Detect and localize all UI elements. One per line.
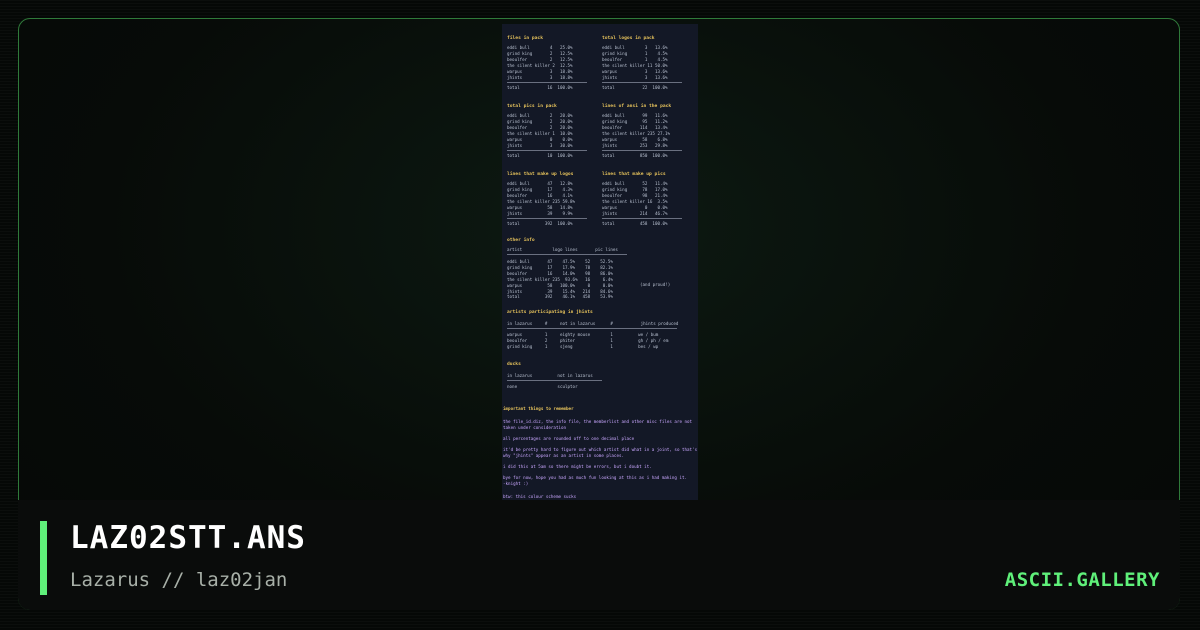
divider-line	[507, 218, 587, 219]
participation-row: grind king 1 sjeng 1 bes / wp	[507, 343, 659, 349]
stats-row: eddi bull 4 25.0%	[507, 45, 573, 50]
divider-line	[602, 218, 682, 219]
divider-line	[602, 150, 682, 151]
note-line: the file_id.diz, the info file, the memb…	[503, 419, 693, 424]
note-line: bye for now, hope you had as much fun lo…	[503, 475, 688, 480]
other-info-row: grind king 17 17.9% 78 82.1%	[507, 264, 613, 270]
divider-line	[507, 380, 602, 381]
stats-total: total 458 100.0%	[602, 220, 668, 226]
participation-header: in lazarus # not in lazarus # jhints pro…	[507, 321, 679, 326]
stats-row: the silent killer 235 59.8%	[507, 198, 576, 204]
other-info-header: artist logo lines pic lines	[507, 247, 618, 252]
stats-section-title: total pics in pack	[507, 104, 557, 109]
stats-row: beoulfer 2 20.0%	[507, 124, 573, 130]
other-info-row: eddi bull 47 47.5% 52 52.5%	[507, 259, 613, 264]
stats-row: jhints 3 13.6%	[602, 74, 668, 80]
participation-row: warpus 1 eighty mouse 1 we / bum	[507, 332, 659, 337]
note-line: btw: this colour scheme sucks	[503, 494, 577, 499]
stats-row: jhints 253 29.8%	[602, 142, 668, 148]
stats-row: warpus 0 0.0%	[602, 204, 668, 210]
stats-row: eddi bull 99 11.6%	[602, 113, 668, 118]
stats-row: eddi bull 47 12.8%	[507, 181, 573, 186]
stats-section-title: lines that make up logos	[507, 172, 574, 177]
note-line: it'd be pretty hard to figure out which …	[503, 447, 698, 452]
stats-row: warpus 3 18.8%	[507, 68, 573, 74]
stats-section-title: total logos in pack	[602, 36, 655, 41]
stats-row: jhints 3 18.8%	[507, 74, 573, 80]
stats-row: beoulfer 16 4.1%	[507, 192, 573, 198]
other-info-aside: (and proud!)	[640, 282, 671, 287]
note-line: all percentages are rounded off to one d…	[503, 436, 635, 441]
stats-section-title: lines of ansi in the pack	[602, 104, 672, 109]
stats-row: grind king 2 20.0%	[507, 118, 573, 124]
stats-row: jhints 39 9.9%	[507, 210, 573, 216]
divider-line	[602, 82, 682, 83]
stats-row: warpus 58 6.8%	[602, 136, 668, 142]
stats-row: jhints 3 30.0%	[507, 142, 573, 148]
other-info-row: total 392 46.1% 458 53.9%	[507, 294, 613, 300]
divider-line	[507, 328, 677, 329]
stats-row: warpus 58 14.8%	[507, 204, 573, 210]
stats-row: grind king 2 12.5%	[507, 50, 573, 56]
divider-line	[507, 150, 587, 151]
stats-section-title: files in pack	[507, 36, 543, 41]
stats-row: eddi bull 3 13.6%	[602, 45, 668, 50]
stats-total: total 16 100.0%	[507, 84, 573, 90]
stats-row: beoulfer 98 21.4%	[602, 192, 668, 198]
stats-row: the silent killer 235 27.1%	[602, 130, 671, 136]
stats-row: the silent killer 11 50.0%	[602, 62, 668, 68]
other-info-row: warpus 58 100.0% 0 0.0%	[507, 282, 613, 288]
stats-row: grind king 95 11.2%	[602, 118, 668, 124]
artist-credit: Lazarus // laz02jan	[70, 569, 288, 591]
stats-row: warpus 0 0.0%	[507, 136, 573, 142]
other-info-title: other info	[507, 238, 535, 243]
stats-total: total 10 100.0%	[507, 152, 573, 158]
stats-row: beoulfer 1 4.5%	[602, 56, 668, 62]
stats-row: grind king 78 17.0%	[602, 186, 668, 192]
accent-bar	[40, 521, 47, 595]
stats-row: the silent killer 2 12.5%	[507, 62, 573, 68]
stats-row: grind king 1 4.5%	[602, 50, 668, 56]
ducks-row: none sculptor	[507, 384, 578, 389]
participation-title: artists participating in jhints	[507, 310, 593, 315]
other-info-row: beoulfer 16 14.0% 98 86.0%	[507, 270, 613, 276]
file-title: LAZ02STT.ANS	[70, 520, 306, 556]
divider-line	[507, 254, 627, 255]
participation-row: beoulfer 2 phiter 1 gh / ph / em	[507, 337, 669, 343]
stats-total: total 850 100.0%	[602, 152, 668, 158]
stats-row: eddi bull 2 20.0%	[507, 113, 573, 118]
other-info-row: the silent killer 235 93.6% 16 6.4%	[507, 276, 613, 282]
stats-row: beoulfer 2 12.5%	[507, 56, 573, 62]
note-line: i did this at 5am so there might be erro…	[503, 464, 652, 469]
notes-title: important things to remember	[503, 406, 574, 411]
note-line: why "jhints" appear as an artist in some…	[503, 453, 625, 458]
stats-row: beoulfer 114 13.4%	[602, 124, 668, 130]
divider-line	[507, 82, 587, 83]
stats-row: the silent killer 16 3.5%	[602, 198, 668, 204]
note-line: taken under consideration	[503, 425, 567, 430]
site-brand[interactable]: ASCII.GALLERY	[1005, 569, 1160, 591]
stats-total: total 22 100.0%	[602, 84, 668, 90]
stats-row: eddi bull 52 11.4%	[602, 181, 668, 186]
stats-row: the silent killer 1 10.0%	[507, 130, 573, 136]
note-line: -knight :)	[503, 481, 529, 486]
ansi-art-preview[interactable]: files in pack eddi bull 4 25.0% grind king…	[502, 24, 698, 500]
stats-row: grind king 17 4.3%	[507, 186, 573, 192]
stats-total: total 392 100.0%	[507, 220, 573, 226]
other-info-row: jhints 39 15.4% 214 84.6%	[507, 288, 613, 294]
stats-row: jhints 214 46.7%	[602, 210, 668, 216]
ducks-title: ducks	[507, 362, 521, 367]
stats-section-title: lines that make up pics	[602, 172, 666, 177]
stats-row: warpus 3 13.6%	[602, 68, 668, 74]
ducks-header: in lazarus not in lazarus	[507, 373, 593, 378]
